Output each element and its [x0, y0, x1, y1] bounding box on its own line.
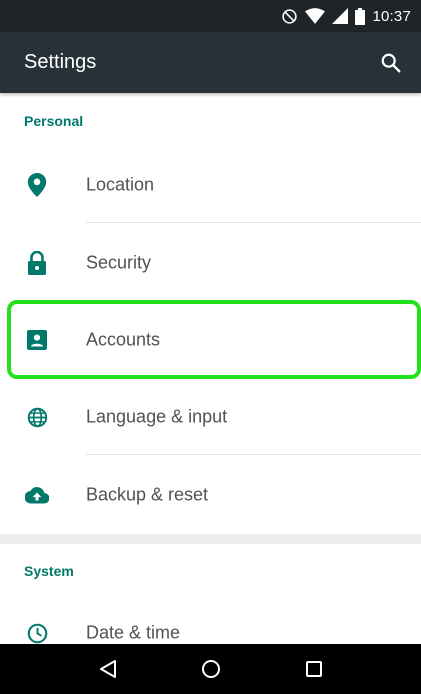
settings-item-language-input[interactable]: Language & input: [0, 379, 421, 455]
wifi-icon: [305, 8, 326, 24]
back-button[interactable]: [86, 647, 130, 691]
recents-button[interactable]: [292, 647, 336, 691]
globe-icon: [24, 404, 50, 430]
settings-item-location[interactable]: Location: [0, 147, 421, 223]
settings-item-label: Backup & reset: [86, 484, 209, 505]
clock-icon: [24, 620, 50, 644]
settings-item-label: Accounts: [86, 329, 161, 350]
section-header-personal: Personal: [24, 113, 84, 129]
settings-item-backup-reset[interactable]: Backup & reset: [0, 457, 421, 533]
settings-item-label: Security: [86, 252, 152, 273]
cloud-upload-icon: [24, 482, 50, 508]
signal-icon: [332, 8, 349, 24]
settings-item-label: Date & time: [86, 622, 181, 643]
divider: [86, 454, 421, 455]
lock-icon: [24, 250, 50, 276]
recents-icon: [305, 661, 322, 677]
location-pin-icon: [24, 172, 50, 198]
settings-item-date-time[interactable]: Date & time: [0, 595, 421, 644]
settings-item-security[interactable]: Security: [0, 225, 421, 301]
app-bar: Settings: [0, 32, 421, 93]
section-divider: [0, 534, 421, 544]
home-button[interactable]: [189, 647, 233, 691]
settings-list[interactable]: Personal Location Security Accounts Lang…: [0, 93, 421, 644]
battery-icon: [355, 7, 366, 25]
page-title: Settings: [24, 51, 97, 73]
section-header-system: System: [24, 563, 74, 579]
status-bar: 10:37: [0, 0, 421, 32]
settings-item-accounts[interactable]: Accounts: [0, 302, 421, 378]
do-not-disturb-icon: [281, 8, 298, 25]
search-icon: [381, 53, 401, 72]
status-time: 10:37: [372, 7, 411, 25]
settings-item-label: Location: [86, 174, 155, 195]
account-box-icon: [24, 327, 50, 353]
divider: [86, 222, 421, 223]
settings-item-label: Language & input: [86, 406, 228, 427]
navigation-bar: [0, 644, 421, 694]
home-icon: [201, 660, 220, 678]
search-button[interactable]: [375, 47, 407, 79]
back-icon: [99, 660, 116, 678]
